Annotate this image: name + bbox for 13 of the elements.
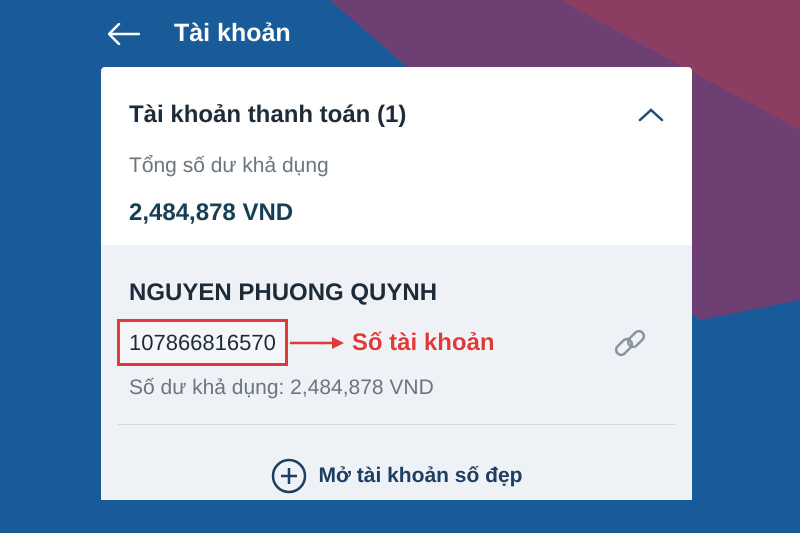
plus-circle-icon xyxy=(270,458,307,494)
balance-label: Tổng số dư khả dụng xyxy=(129,153,330,179)
page-title: Tài khoản xyxy=(174,18,291,49)
account-number: 107866816570 xyxy=(117,319,288,366)
annotation-label: Số tài khoản xyxy=(352,328,495,358)
open-account-button[interactable]: Mở tài khoản số đẹp xyxy=(270,458,522,494)
account-holder: NGUYEN PHUONG QUYNH xyxy=(129,278,438,308)
account-balance: Số dư khả dụng: 2,484,878 VND xyxy=(129,375,435,401)
chevron-up-icon[interactable] xyxy=(638,108,664,122)
annotation-arrow xyxy=(290,336,346,350)
back-icon[interactable] xyxy=(108,22,140,44)
section-title: Tài khoản thanh toán (1) xyxy=(129,100,406,130)
total-balance: 2,484,878 VND xyxy=(129,198,294,228)
